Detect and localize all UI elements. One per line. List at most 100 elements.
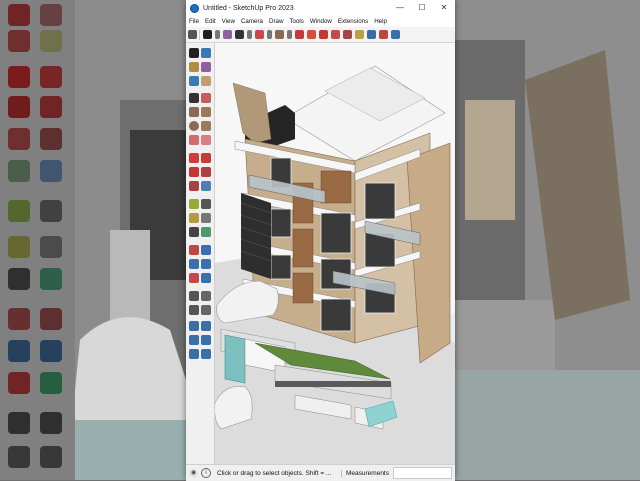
orbit-icon[interactable] xyxy=(378,30,388,39)
line-tool-icon[interactable] xyxy=(189,93,199,103)
top-toolbar xyxy=(186,27,455,43)
status-hint: Click or drag to select objects. Shift =… xyxy=(217,469,332,477)
rotate-icon[interactable] xyxy=(318,30,328,39)
ghost-icon xyxy=(40,446,62,468)
measurements-input[interactable] xyxy=(393,467,452,479)
dimension-tool-icon[interactable] xyxy=(201,199,211,209)
stamp-icon[interactable] xyxy=(201,335,211,345)
wood-panel xyxy=(320,170,352,204)
polygon-tool-icon[interactable] xyxy=(201,121,211,131)
orbit-tool-icon[interactable] xyxy=(189,245,199,255)
zoom-extents-icon[interactable] xyxy=(189,273,199,283)
pan-tool-icon[interactable] xyxy=(201,245,211,255)
ghost-icon xyxy=(8,128,30,150)
walk-tool-icon[interactable] xyxy=(201,291,211,301)
tape-tool-icon[interactable] xyxy=(189,199,199,209)
ghost-icon xyxy=(8,96,30,118)
shape-icon[interactable] xyxy=(274,30,284,39)
position-camera-icon[interactable] xyxy=(189,291,199,301)
status-bar: ◉ i Click or drag to select objects. Shi… xyxy=(186,464,455,481)
zoom-window-icon[interactable] xyxy=(201,259,211,269)
text-tool-icon[interactable] xyxy=(201,213,211,223)
menu-camera[interactable]: Camera xyxy=(238,18,266,25)
wood-panel xyxy=(292,272,314,304)
window xyxy=(270,208,292,238)
menu-tools[interactable]: Tools xyxy=(286,18,306,25)
move-tool-icon[interactable] xyxy=(189,153,199,163)
window-title: Untitled - SketchUp Pro 2023 xyxy=(203,4,294,12)
chevron-down-icon[interactable] xyxy=(266,30,272,39)
gate-pillar xyxy=(224,334,246,384)
drape-icon[interactable] xyxy=(189,349,199,359)
eraser-tool-icon[interactable] xyxy=(201,62,211,72)
move-icon[interactable] xyxy=(306,30,316,39)
menu-extensions[interactable]: Extensions xyxy=(335,18,371,25)
menu-help[interactable]: Help xyxy=(371,18,390,25)
offset-icon[interactable] xyxy=(342,30,352,39)
geo-location-icon[interactable]: ◉ xyxy=(189,468,198,478)
blurred-toolbar-left xyxy=(0,0,75,480)
rotated-rectangle-icon[interactable] xyxy=(201,107,211,117)
sketchup-window: Untitled - SketchUp Pro 2023 — ☐ ✕ File … xyxy=(186,0,455,481)
previous-view-icon[interactable] xyxy=(201,273,211,283)
minimize-button[interactable]: — xyxy=(389,0,411,16)
menu-edit[interactable]: Edit xyxy=(202,18,219,25)
pencil-line-icon[interactable] xyxy=(234,30,244,39)
chevron-down-icon[interactable] xyxy=(246,30,252,39)
info-icon[interactable]: i xyxy=(201,468,211,478)
select-tool-icon[interactable] xyxy=(189,48,199,58)
sandbox-icon[interactable] xyxy=(189,321,199,331)
menu-view[interactable]: View xyxy=(219,18,238,25)
protractor-icon[interactable] xyxy=(189,213,199,223)
freehand-tool-icon[interactable] xyxy=(201,93,211,103)
eraser-icon[interactable] xyxy=(222,30,232,39)
tape-measure-icon[interactable] xyxy=(354,30,364,39)
building-model[interactable] xyxy=(215,43,455,464)
add-detail-icon[interactable] xyxy=(201,349,211,359)
chevron-down-icon[interactable] xyxy=(214,30,220,39)
search-icon[interactable] xyxy=(187,30,197,39)
ghost-icon xyxy=(40,372,62,394)
make-component-icon[interactable] xyxy=(189,62,199,72)
push-pull-tool-icon[interactable] xyxy=(201,153,211,163)
paint-tool-icon[interactable] xyxy=(189,76,199,86)
rectangle-tool-icon[interactable] xyxy=(189,107,199,117)
3d-text-icon[interactable] xyxy=(201,227,211,237)
window xyxy=(320,298,352,332)
maximize-button[interactable]: ☐ xyxy=(411,0,433,16)
ghost-icon xyxy=(40,96,62,118)
arc-tool-icon[interactable] xyxy=(189,135,199,145)
menu-file[interactable]: File xyxy=(186,18,202,25)
follow-me-icon[interactable] xyxy=(201,167,211,177)
ghost-icon xyxy=(40,128,62,150)
ghost-icon xyxy=(40,4,62,26)
3d-viewport[interactable] xyxy=(215,43,455,464)
sandbox-scratch-icon[interactable] xyxy=(201,321,211,331)
scale-icon[interactable] xyxy=(330,30,340,39)
chevron-down-icon[interactable] xyxy=(286,30,292,39)
zoom-tool-icon[interactable] xyxy=(189,259,199,269)
tag-tool-icon[interactable] xyxy=(201,76,211,86)
ghost-icon xyxy=(8,236,30,258)
zoom-icon[interactable] xyxy=(390,30,400,39)
select-arrow-icon[interactable] xyxy=(202,30,212,39)
lasso-tool-icon[interactable] xyxy=(201,48,211,58)
arc-icon[interactable] xyxy=(254,30,264,39)
close-button[interactable]: ✕ xyxy=(433,0,455,16)
scale-tool-icon[interactable] xyxy=(189,181,199,191)
offset-tool-icon[interactable] xyxy=(201,181,211,191)
axes-tool-icon[interactable] xyxy=(189,227,199,237)
menu-window[interactable]: Window xyxy=(307,18,335,25)
circle-tool-icon[interactable] xyxy=(189,121,199,131)
ghost-icon xyxy=(8,268,30,290)
ghost-icon xyxy=(8,446,30,468)
section-plane-icon[interactable] xyxy=(201,305,211,315)
paint-bucket-icon[interactable] xyxy=(366,30,376,39)
menu-draw[interactable]: Draw xyxy=(266,18,286,25)
rotate-tool-icon[interactable] xyxy=(189,167,199,177)
ghost-icon xyxy=(8,308,30,330)
look-around-icon[interactable] xyxy=(189,305,199,315)
push-pull-icon[interactable] xyxy=(294,30,304,39)
smoove-icon[interactable] xyxy=(189,335,199,345)
pie-tool-icon[interactable] xyxy=(201,135,211,145)
